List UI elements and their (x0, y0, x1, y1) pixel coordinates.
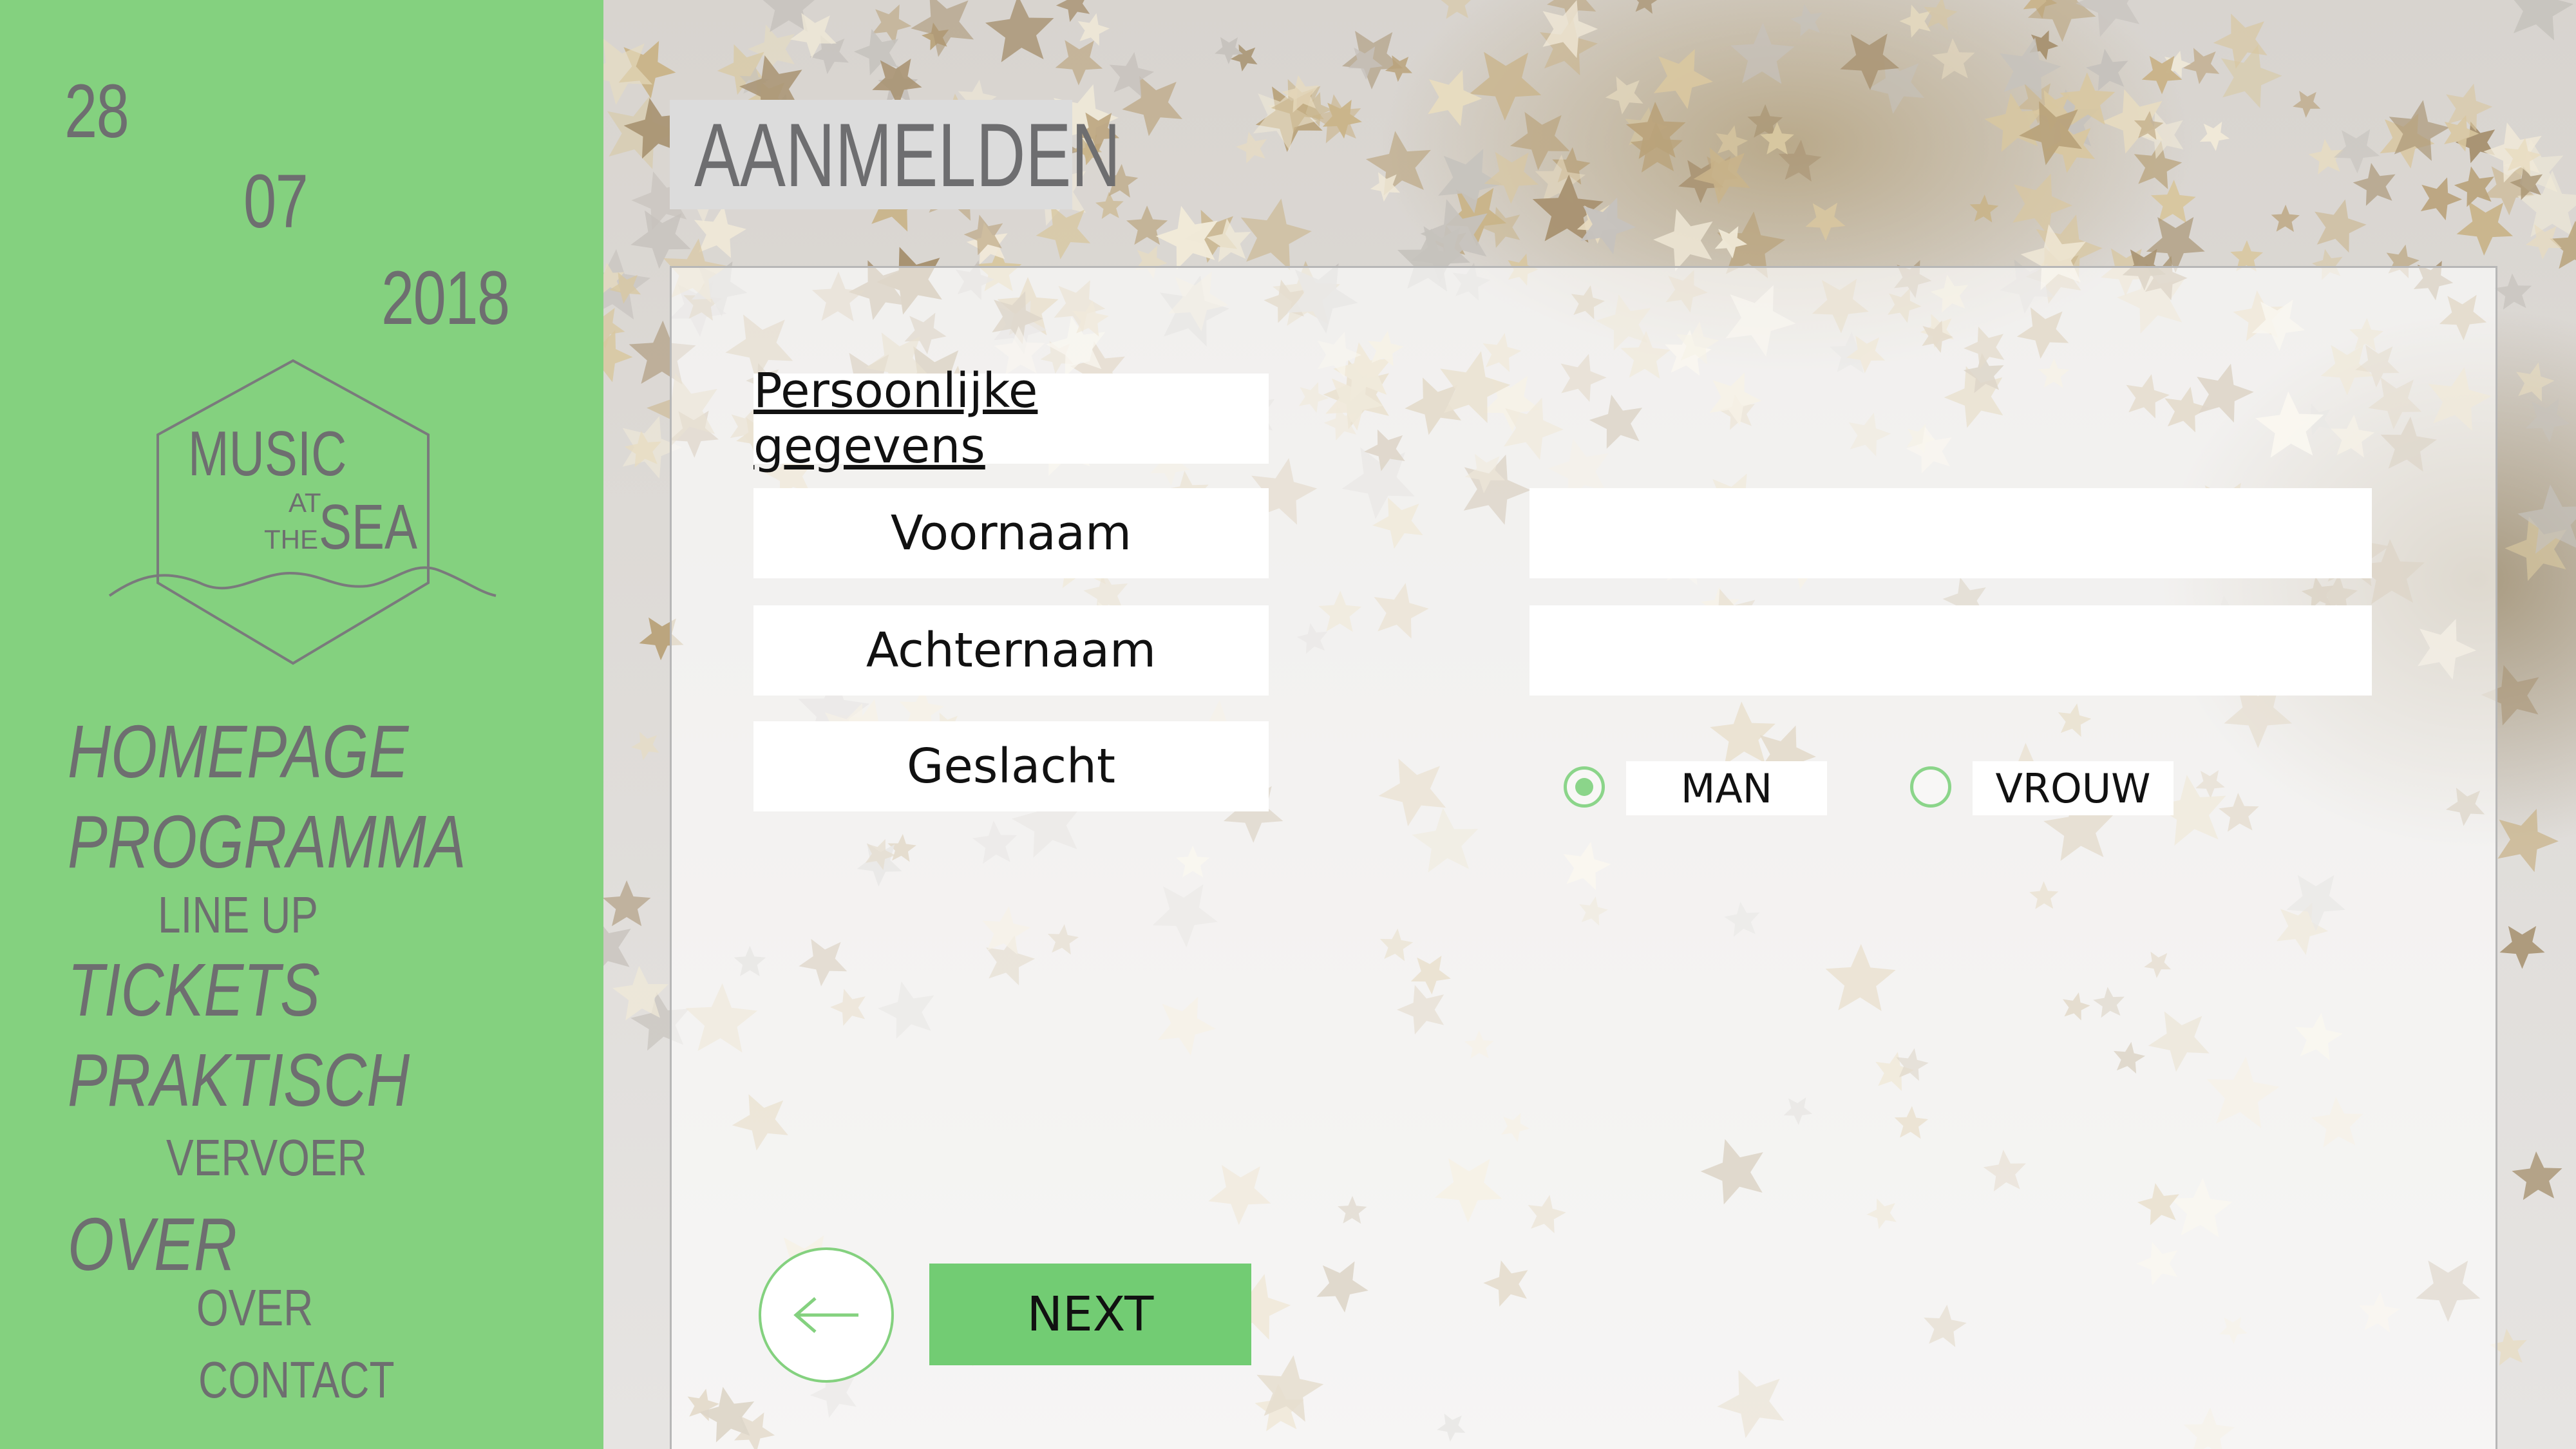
label-first-name: Voornaam (753, 488, 1269, 578)
confetti-star (1341, 30, 1403, 90)
nav-praktisch[interactable]: PRAKTISCH (68, 1037, 410, 1123)
label-last-name: Achternaam (753, 605, 1269, 696)
confetti-star (603, 880, 651, 927)
last-name-input[interactable] (1530, 605, 2372, 696)
confetti-star (2515, 362, 2555, 402)
confetti-star (1605, 76, 1643, 115)
logo-music-text: MUSIC (188, 418, 346, 489)
confetti-star (1469, 52, 1542, 121)
confetti-star (985, 0, 1054, 62)
confetti-star (1730, 23, 1795, 84)
section-label-personal-details: Persoonlijke gegevens (753, 363, 1269, 474)
nav-programma[interactable]: PROGRAMMA (68, 799, 466, 885)
nav-homepage[interactable]: HOMEPAGE (68, 708, 408, 795)
confetti-star (2141, 55, 2183, 95)
label-gender: Geslacht (753, 721, 1269, 811)
option-man-label[interactable]: MAN (1626, 761, 1827, 815)
confetti-star (1790, 4, 1823, 37)
confetti-star (1932, 38, 1975, 80)
confetti-star (2508, 0, 2574, 41)
confetti-star (2271, 204, 2300, 232)
logo-sea-text: SEA (319, 491, 417, 562)
page-title: AANMELDEN (694, 104, 1121, 205)
confetti-star (1438, 0, 1475, 19)
confetti-star (1805, 202, 1846, 242)
date-month: 07 (243, 159, 308, 244)
first-name-input[interactable] (1530, 488, 2372, 578)
option-vrouw-label[interactable]: VROUW (1973, 761, 2174, 815)
confetti-star (2150, 180, 2196, 223)
radio-vrouw[interactable] (1910, 766, 1951, 808)
confetti-star (911, 0, 974, 57)
sidebar: 28 07 2018 MUSIC AT THE SEA HOMEPAGE PRO… (0, 0, 603, 1449)
nav-line-up[interactable]: LINE UP (158, 886, 318, 945)
confetti-star (1632, 0, 1660, 14)
nav-over-sub[interactable]: OVER (196, 1278, 313, 1338)
confetti-star (2101, 89, 2163, 154)
nav-tickets[interactable]: TICKETS (68, 947, 320, 1033)
confetti-star (1716, 125, 1748, 158)
confetti-star (2293, 90, 2321, 118)
music-at-the-sea-logo[interactable]: MUSIC AT THE SEA (103, 354, 502, 676)
confetti-star (1365, 131, 1431, 196)
nav-vervoer[interactable]: VERVOER (166, 1128, 367, 1188)
confetti-star (2420, 177, 2463, 221)
confetti-star (2494, 273, 2532, 310)
nav-over[interactable]: OVER (68, 1201, 237, 1287)
confetti-star (2497, 808, 2559, 873)
confetti-star (1428, 70, 1482, 126)
back-button[interactable] (759, 1247, 894, 1383)
nav-contact[interactable]: CONTACT (198, 1350, 395, 1410)
confetti-star (2315, 199, 2367, 253)
logo-the-text: THE (264, 524, 318, 554)
confetti-star (2525, 398, 2571, 442)
logo-at-text: AT (289, 488, 321, 518)
confetti-star (1969, 194, 1999, 223)
radio-selected-dot (1575, 778, 1593, 796)
confetti-star (2512, 1151, 2562, 1200)
arrow-left-icon (793, 1297, 858, 1333)
confetti-star (2499, 925, 2545, 969)
next-button[interactable]: NEXT (929, 1264, 1251, 1365)
confetti-star (1055, 40, 1103, 86)
date-year: 2018 (381, 256, 510, 341)
radio-man[interactable] (1564, 766, 1605, 808)
confetti-star (2199, 121, 2230, 151)
confetti-star (630, 732, 659, 761)
confetti-star (1236, 131, 1267, 164)
date-day: 28 (64, 69, 129, 154)
